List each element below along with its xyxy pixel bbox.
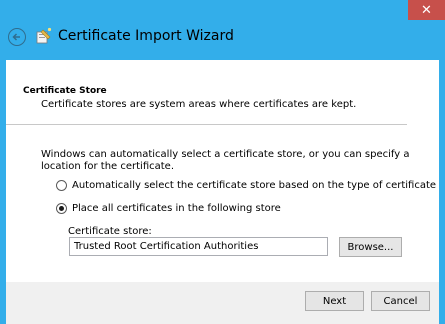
- back-button[interactable]: [8, 28, 26, 46]
- page-title: Certificate Store: [23, 86, 107, 96]
- header-divider: [6, 124, 407, 125]
- certificate-wizard-icon: [36, 27, 52, 44]
- cancel-button[interactable]: Cancel: [371, 291, 430, 311]
- auto-select-label: Automatically select the certificate sto…: [72, 180, 437, 191]
- window-title: Certificate Import Wizard: [58, 28, 234, 44]
- back-arrow-icon: [12, 33, 20, 41]
- browse-button[interactable]: Browse...: [339, 237, 402, 257]
- close-button[interactable]: ✕: [408, 0, 445, 20]
- certificate-store-field[interactable]: Trusted Root Certification Authorities: [69, 237, 328, 256]
- place-all-label: Place all certificates in the following …: [72, 203, 281, 214]
- place-all-radio[interactable]: [56, 203, 67, 214]
- intro-text: Windows can automatically select a certi…: [41, 149, 410, 172]
- next-button[interactable]: Next: [305, 291, 364, 311]
- auto-select-option[interactable]: Automatically select the certificate sto…: [56, 180, 436, 191]
- wizard-dialog: Certificate Store Certificate stores are…: [6, 60, 439, 324]
- page-description: Certificate stores are system areas wher…: [41, 99, 357, 110]
- auto-select-radio[interactable]: [56, 180, 67, 191]
- close-icon: ✕: [421, 2, 432, 18]
- title-bar: Certificate Import Wizard: [0, 20, 445, 55]
- certificate-store-label: Certificate store:: [68, 226, 152, 237]
- place-all-option[interactable]: Place all certificates in the following …: [56, 203, 281, 214]
